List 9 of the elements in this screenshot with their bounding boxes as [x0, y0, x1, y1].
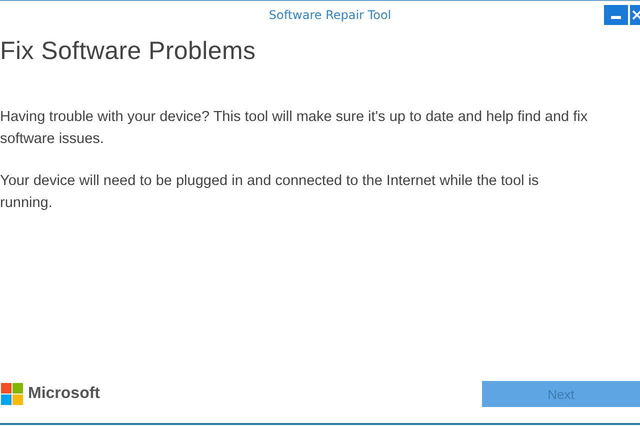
description-text: Having trouble with your device? This tool will make sure it's up to date and help find and fix software issues. [0, 108, 588, 149]
close-icon [632, 10, 640, 20]
minimize-button[interactable] [604, 5, 628, 25]
windows-logo-icon [1, 383, 23, 405]
description-text: Your device will need to be plugged in and connected to the Internet while the tool is running. [0, 172, 540, 213]
page-heading: Fix Software Problems [0, 37, 257, 66]
minimize-icon [611, 15, 621, 19]
brand-name: Microsoft [28, 385, 100, 403]
window-title: Software Repair Tool [268, 8, 392, 22]
